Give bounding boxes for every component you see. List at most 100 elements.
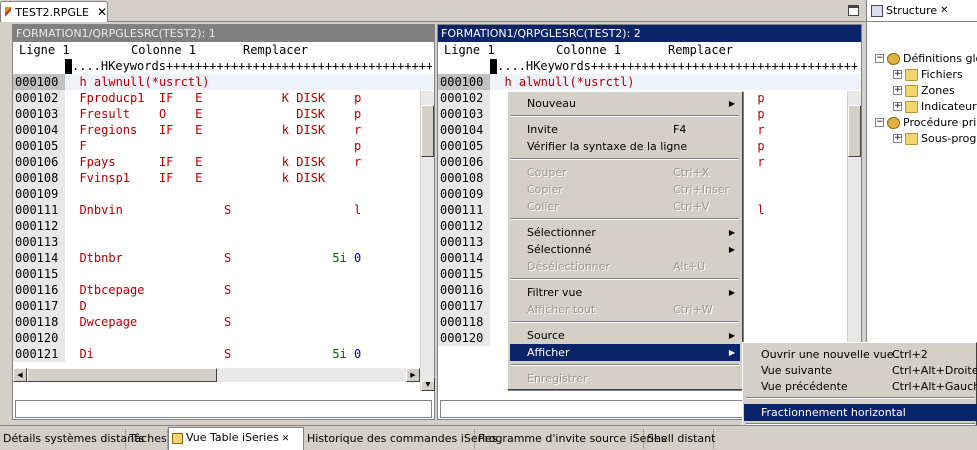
tree-item[interactable]: + Zones [893,84,955,97]
code-line[interactable]: 000117 D [13,298,434,314]
line-text[interactable]: Fvinsp1 IF E k DISK [65,171,325,185]
bottom-tab-shell-distant[interactable]: Shell distant [644,429,715,449]
horizontal-scrollbar[interactable]: ◀ ▶ [13,368,434,382]
line-text[interactable] [490,331,504,345]
code-line[interactable]: 000108 Fvinsp1 IF E k DISK [13,170,434,186]
code-line[interactable]: 000104 Fregions IF E k DISK r [13,122,434,138]
code-line[interactable]: 000115 [13,266,434,282]
tree-item[interactable]: + Fichiers [893,68,963,81]
hscroll-thumb[interactable] [27,368,217,382]
line-text[interactable] [490,187,504,201]
close-icon[interactable]: ✕ [279,434,290,444]
submenu-item-vue-suivante[interactable]: Vue suivante Ctrl+Alt+Droite [744,362,977,379]
line-text[interactable]: Dwcepage S [65,315,231,329]
editor-pane-left[interactable]: FORMATION1/QRPGLESRC(TEST2): 1 Ligne 1 C… [12,24,435,420]
bottom-tab-details-systemes-distants[interactable]: Détails systèmes distants [0,429,144,449]
line-text[interactable]: Fresult O E DISK p [65,107,361,121]
maximize-icon[interactable] [848,5,859,16]
close-icon[interactable]: ✕ [97,5,107,19]
code-line[interactable]: 000116 Dtbcepage S [13,282,434,298]
line-text[interactable]: Dtbnbr S 5i 0 [65,251,361,265]
line-text[interactable] [65,235,79,249]
bottom-tab-historique-des-commandes-iseries[interactable]: Historique des commandes iSeries [304,429,498,449]
code-line[interactable]: 000100 h alwnull(*usrctl) [13,74,434,90]
submenu-item-fractionnement-horizontal[interactable]: Fractionnement horizontal [744,404,977,421]
vertical-scrollbar[interactable]: ▼ [420,91,435,391]
command-line-input[interactable] [15,400,432,418]
expand-icon[interactable]: + [893,70,902,79]
code-line[interactable]: 000121 Di S 5i 0 [13,346,434,362]
line-text[interactable] [490,267,504,281]
code-line[interactable]: 000111 Dnbvin S l [13,202,434,218]
structure-tab[interactable]: Structure ✕ [867,0,977,22]
line-text[interactable] [490,315,504,329]
bottom-tab-taches[interactable]: Tâches [126,429,168,449]
folder-icon [905,132,918,145]
line-text[interactable] [490,299,504,313]
line-text[interactable]: D [65,299,86,313]
code-lines[interactable]: 000100 h alwnull(*usrctl) 000102 Fproducp… [13,74,434,362]
line-text[interactable]: Dtbcepage S [65,283,231,297]
menu-item-label: Nouveau [527,97,576,110]
line-text[interactable]: F p [65,139,361,153]
menu-item-selectionner[interactable]: Sélectionner ▶ [510,224,740,241]
collapse-icon[interactable]: − [875,118,884,127]
code-line[interactable]: 000109 [13,186,434,202]
editor-tab-test2[interactable]: TEST2.RPGLE ✕ [0,1,108,22]
code-line[interactable]: 000102 Fproducp1 IF E K DISK p [13,90,434,106]
line-text[interactable] [65,331,79,345]
menu-item-source[interactable]: Source ▶ [510,327,740,344]
bottom-tab-programme-d-invite-source-iseries[interactable]: Programme d'invite source iSeries [475,429,666,449]
submenu-item-ouvrir-une-nouvelle-vue[interactable]: Ouvrir une nouvelle vue Ctrl+2 [744,346,977,363]
line-text[interactable]: h alwnull(*usrctl) [65,75,209,89]
menu-item-filtrer-vue[interactable]: Filtrer vue ▶ [510,284,740,301]
scroll-right-icon[interactable]: ▶ [406,368,420,382]
line-text[interactable] [490,283,504,297]
scroll-thumb[interactable] [848,105,861,157]
menu-item-selectionne[interactable]: Sélectionné ▶ [510,241,740,258]
code-line[interactable]: 000105 F p [13,138,434,154]
code-line[interactable]: 000118 Dwcepage S [13,314,434,330]
code-line[interactable]: 000106 Fpays IF E k DISK r [13,154,434,170]
bottom-tab-vue-table-iseries[interactable]: Vue Table iSeries ✕ [168,427,304,450]
code-line[interactable]: 000103 Fresult O E DISK p [13,106,434,122]
line-text[interactable] [65,187,79,201]
line-text[interactable]: Fregions IF E k DISK r [65,123,361,137]
line-text[interactable]: Fpays IF E k DISK r [65,155,361,169]
menu-item-couper: Couper Ctrl+X [510,164,740,181]
code-line[interactable]: 000112 [13,218,434,234]
scroll-left-icon[interactable]: ◀ [13,368,27,382]
expand-icon[interactable]: + [893,102,902,111]
line-text[interactable] [490,219,504,233]
section-icon [887,116,900,129]
line-text[interactable]: Fproducp1 IF E K DISK p [65,91,361,105]
expand-icon[interactable]: + [893,86,902,95]
code-line[interactable]: 000114 Dtbnbr S 5i 0 [13,250,434,266]
code-line[interactable]: 000100 h alwnull(*usrctl) [438,74,861,90]
line-text[interactable] [490,235,504,249]
menu-separator [511,321,739,323]
line-text[interactable]: Di S 5i 0 [65,347,361,361]
scroll-thumb[interactable] [421,105,434,157]
close-icon[interactable]: ✕ [940,5,948,16]
code-line[interactable]: 000113 [13,234,434,250]
line-text[interactable] [65,267,79,281]
line-text[interactable] [65,219,79,233]
tree-item[interactable]: + Sous-prog [893,132,976,145]
expand-icon[interactable]: + [893,134,902,143]
structure-icon [871,4,883,17]
code-line[interactable]: 000120 [13,330,434,346]
menu-item-invite[interactable]: Invite F4 [510,121,740,138]
line-text[interactable]: Dnbvin S l [65,203,361,217]
menu-item-nouveau[interactable]: Nouveau ▶ [510,95,740,112]
tree-item[interactable]: − Définitions glo [875,52,977,65]
tree-item[interactable]: + Indicateur [893,100,977,113]
line-number: 000112 [13,218,65,234]
collapse-icon[interactable]: − [875,54,884,63]
submenu-item-vue-precedente[interactable]: Vue précédente Ctrl+Alt+Gauche [744,378,977,395]
line-text[interactable]: h alwnull(*usrctl) [490,75,634,89]
menu-item-verifier-la-syntaxe-de-la-ligne[interactable]: Vérifier la syntaxe de la ligne [510,138,740,155]
tree-item[interactable]: − Procédure prir [875,116,977,129]
menu-item-afficher[interactable]: Afficher ▶ [510,344,740,361]
pencil-icon [5,7,12,17]
